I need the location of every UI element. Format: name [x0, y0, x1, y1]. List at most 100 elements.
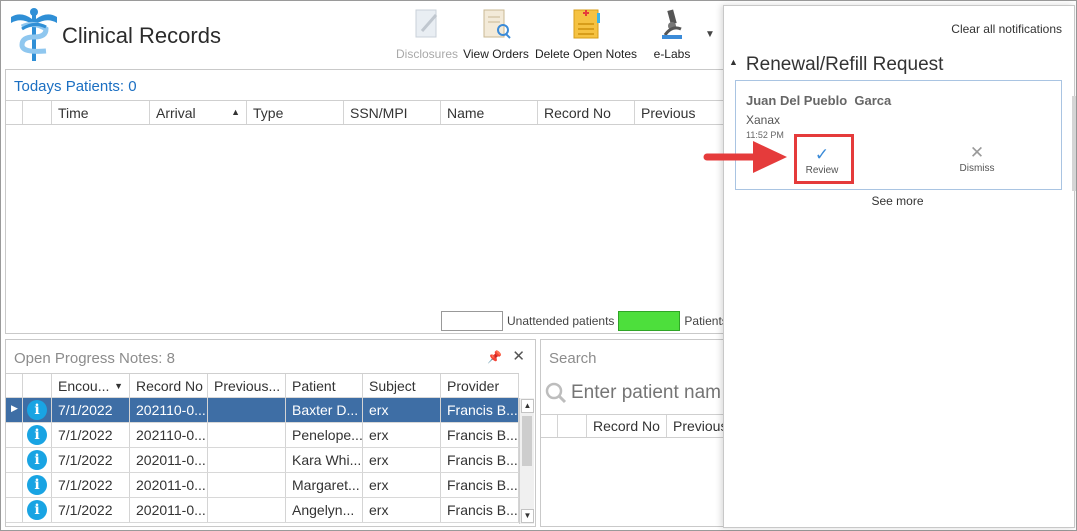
column-header-previous[interactable]: Previous... [208, 374, 286, 397]
patient-cell: Penelope... [286, 423, 363, 447]
view-orders-button[interactable]: View Orders [462, 7, 530, 63]
patient-cell: Kara Whi... [286, 448, 363, 472]
disclosures-label: Disclosures [395, 47, 458, 61]
search-row [545, 382, 739, 404]
patient-cell: Margaret... [286, 473, 363, 497]
column-header-name[interactable]: Name [441, 101, 538, 124]
previous-cell [208, 398, 286, 422]
column-header-encounter-label: Encou... [58, 378, 110, 394]
table-row[interactable]: i 7/1/2022 202011-0... Margaret... erx Franci… [6, 473, 519, 498]
column-header-ssn[interactable]: SSN/MPI [344, 101, 441, 124]
app-title: Clinical Records [62, 23, 221, 48]
row-indicator-icon [6, 448, 23, 472]
info-icon: i [23, 398, 52, 422]
previous-cell [208, 498, 286, 522]
patient-search-input[interactable] [571, 382, 739, 404]
delete-open-notes-button[interactable]: Delete Open Notes [533, 7, 639, 63]
record-no-cell: 202011-0... [130, 498, 208, 522]
scroll-down-icon[interactable]: ▼ [521, 509, 534, 523]
notification-group-header[interactable]: ▲ Renewal/Refill Request [729, 54, 943, 76]
review-highlight-box [794, 134, 854, 184]
disclosures-button[interactable]: Disclosures [394, 7, 460, 63]
pane-scrollbar[interactable] [1072, 96, 1076, 191]
info-icon: i [23, 498, 52, 522]
provider-cell: Francis B... [441, 448, 519, 472]
column-header-previous[interactable]: Previous [635, 101, 724, 124]
column-header-subject[interactable]: Subject [363, 374, 441, 397]
column-header-encounter[interactable]: Encou... ▼ [52, 374, 130, 397]
view-orders-icon [483, 9, 511, 39]
column-header-provider[interactable]: Provider [441, 374, 519, 397]
app-window: Clinical Records Disclosures View Orders [0, 0, 1077, 531]
table-row[interactable]: i 7/1/2022 202011-0... Kara Whi... erx Franci… [6, 448, 519, 473]
notification-drug-name: Xanax [746, 113, 781, 127]
collapse-caret-icon[interactable]: ▲ [729, 57, 738, 67]
toolbar-more-chevron-icon[interactable]: ▼ [705, 29, 715, 40]
encounter-date-cell: 7/1/2022 [52, 498, 130, 522]
column-header-arrival[interactable]: Arrival ▲ [150, 101, 247, 124]
subject-cell: erx [363, 473, 441, 497]
column-header-record-no[interactable]: Record No [538, 101, 635, 124]
record-no-cell: 202110-0... [130, 398, 208, 422]
info-badge-icon: i [27, 450, 47, 470]
column-header-record-no[interactable]: Record No [130, 374, 208, 397]
patients-w-label: Patients w [684, 314, 725, 328]
previous-cell [208, 423, 286, 447]
pin-icon[interactable]: 📌 [487, 350, 502, 364]
dismiss-label: Dismiss [959, 163, 995, 174]
info-badge-icon: i [27, 400, 47, 420]
open-progress-notes-title: Open Progress Notes: 8 [14, 350, 175, 367]
patient-cell: Baxter D... [286, 398, 363, 422]
encounter-date-cell: 7/1/2022 [52, 398, 130, 422]
table-row[interactable]: i 7/1/2022 202011-0... Angelyn... erx Francis… [6, 498, 519, 523]
encounter-date-cell: 7/1/2022 [52, 423, 130, 447]
sort-descending-icon: ▼ [114, 381, 123, 391]
column-header-type[interactable]: Type [247, 101, 344, 124]
scroll-thumb[interactable] [522, 416, 532, 466]
search-icon [545, 382, 567, 404]
delete-notes-icon [573, 9, 600, 39]
subject-cell: erx [363, 423, 441, 447]
unattended-label: Unattended patients [507, 314, 615, 328]
previous-cell [208, 473, 286, 497]
column-header-patient[interactable]: Patient [286, 374, 363, 397]
record-no-cell: 202011-0... [130, 448, 208, 472]
subject-cell: erx [363, 448, 441, 472]
dismiss-button[interactable]: ✕ Dismiss [947, 143, 1007, 174]
provider-cell: Francis B... [441, 498, 519, 522]
search-panel: Search Record No Previous... [540, 339, 740, 527]
microscope-icon [662, 9, 682, 39]
status-legend: Unattended patients Patients w [441, 310, 725, 332]
info-badge-icon: i [27, 500, 47, 520]
open-notes-scrollbar[interactable]: ▲ ▼ [519, 398, 534, 524]
column-header-indicator [6, 374, 23, 397]
clear-all-notifications-link[interactable]: Clear all notifications [951, 22, 1062, 36]
attended-swatch [618, 311, 681, 331]
table-row[interactable]: i 7/1/2022 202110-0... Penelope... erx Franci… [6, 423, 519, 448]
caduceus-logo-icon [11, 8, 57, 61]
column-header-time[interactable]: Time [52, 101, 150, 124]
notification-group-title: Renewal/Refill Request [745, 54, 944, 75]
unattended-swatch [441, 311, 503, 331]
notification-pane: Clear all notifications ▲ Renewal/Refill … [723, 5, 1076, 528]
subject-cell: erx [363, 398, 441, 422]
close-icon[interactable]: ✕ [512, 347, 525, 365]
provider-cell: Francis B... [441, 398, 519, 422]
column-header-indicator [541, 415, 558, 437]
info-icon: i [23, 423, 52, 447]
e-labs-button[interactable]: e-Labs [645, 7, 699, 63]
column-header-record-no[interactable]: Record No [587, 415, 667, 437]
column-header-arrival-label: Arrival [156, 105, 196, 121]
record-no-cell: 202110-0... [130, 423, 208, 447]
table-row[interactable]: ▶ i 7/1/2022 202110-0... Baxter D... erx Franc… [6, 398, 519, 423]
see-more-link[interactable]: See more [724, 194, 1071, 208]
sort-ascending-icon: ▲ [231, 107, 240, 117]
column-header-icon [558, 415, 587, 437]
previous-cell [208, 448, 286, 472]
open-notes-grid: Encou... ▼ Record No Previous... Patient… [6, 373, 519, 523]
scroll-up-icon[interactable]: ▲ [521, 399, 534, 413]
todays-patients-panel: Todays Patients: 0 Time Arrival ▲ Type S… [5, 69, 725, 334]
row-indicator-icon: ▶ [6, 398, 23, 422]
view-orders-label: View Orders [463, 47, 529, 61]
disclosures-icon [415, 9, 438, 38]
